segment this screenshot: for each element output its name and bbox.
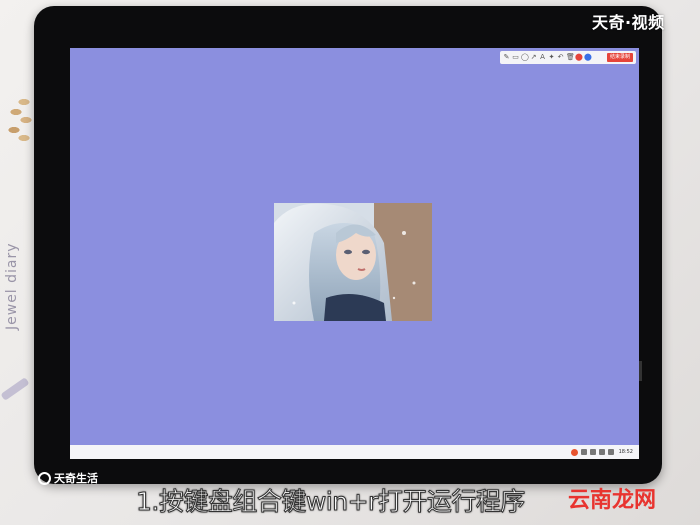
rectangle-tool-icon[interactable]: ▭ [512, 53, 519, 62]
network-icon[interactable] [589, 449, 596, 455]
color-blue-icon[interactable]: ⬤ [584, 53, 592, 62]
annotation-toolbar: ✎ ▭ ◯ ↗ A ✦ ↶ 🗑 ⬤ ⬤ 结束录制 [500, 51, 636, 64]
pen-tool-icon[interactable]: ✎ [503, 53, 510, 62]
anime-girl-illustration [274, 203, 432, 321]
desktop-screen: ✎ ▭ ◯ ↗ A ✦ ↶ 🗑 ⬤ ⬤ 结束录制 18:52 [70, 48, 642, 459]
battery-icon[interactable] [607, 449, 614, 455]
tianqi-life-logo: 天奇生活 [38, 470, 98, 486]
trash-icon[interactable]: 🗑 [566, 53, 575, 62]
input-method-icon[interactable] [570, 448, 578, 456]
marker-tool-icon[interactable]: ✦ [548, 53, 555, 62]
chat-icon[interactable] [580, 449, 587, 455]
anime-girl-image [274, 203, 432, 321]
stop-recording-button[interactable]: 结束录制 [607, 53, 633, 62]
subtitle-caption: 1.按键盘组合键win+r打开运行程序 [136, 487, 526, 517]
yunnan-watermark: 云南龙网 [568, 488, 657, 513]
notebook-text: Jewel diary [4, 242, 20, 330]
undo-icon[interactable]: ↶ [557, 53, 564, 62]
arrow-tool-icon[interactable]: ↗ [530, 53, 537, 62]
edge-handle[interactable] [639, 361, 642, 381]
circle-tool-icon[interactable]: ◯ [521, 53, 529, 62]
tianqi-life-text: 天奇生活 [54, 472, 98, 485]
taskbar-clock[interactable]: 18:52 [619, 449, 633, 455]
tianqi-video-logo: 天奇·视频 [592, 13, 665, 32]
taskbar: 18:52 [70, 445, 639, 459]
q-logo-icon [38, 471, 51, 485]
text-tool-icon[interactable]: A [539, 53, 546, 62]
volume-icon[interactable] [598, 449, 605, 455]
color-red-icon[interactable]: ⬤ [575, 53, 583, 62]
